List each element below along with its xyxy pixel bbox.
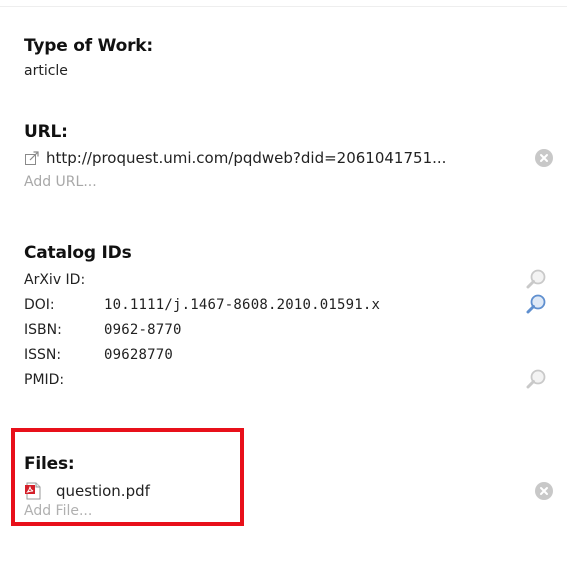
catalog-id-row-pmid: PMID: xyxy=(24,367,567,392)
catalog-id-row-doi: DOI: 10.1111/j.1467-8608.2010.01591.x xyxy=(24,292,567,317)
magnifier-icon[interactable] xyxy=(525,368,547,390)
remove-circle-icon xyxy=(540,154,548,162)
type-of-work-value[interactable]: article xyxy=(24,61,567,81)
isbn-label: ISBN: xyxy=(24,321,62,338)
url-section: URL: http://proquest.umi.com/pqdweb?did=… xyxy=(24,121,567,192)
catalog-id-row-isbn: ISBN: 0962-8770 xyxy=(24,317,567,342)
isbn-value[interactable]: 0962-8770 xyxy=(104,322,182,338)
issn-value[interactable]: 09628770 xyxy=(104,347,173,363)
remove-circle-icon xyxy=(540,487,548,495)
doi-value[interactable]: 10.1111/j.1467-8608.2010.01591.x xyxy=(104,297,380,313)
add-file-link[interactable]: Add File... xyxy=(24,502,567,520)
pmid-label: PMID: xyxy=(24,371,65,388)
arxiv-id-label: ArXiv ID: xyxy=(24,271,86,288)
magnifier-icon[interactable] xyxy=(525,293,547,315)
remove-url-button[interactable] xyxy=(535,149,553,167)
catalog-ids-heading: Catalog IDs xyxy=(24,243,132,263)
catalog-id-row-arxiv: ArXiv ID: xyxy=(24,267,567,292)
add-url-link[interactable]: Add URL... xyxy=(24,172,567,192)
type-of-work-heading: Type of Work: xyxy=(24,36,153,56)
file-item[interactable]: question.pdf xyxy=(24,480,567,502)
external-link-icon[interactable] xyxy=(24,150,40,166)
url-link[interactable]: http://proquest.umi.com/pqdweb?did=20610… xyxy=(46,149,526,167)
magnifier-icon[interactable] xyxy=(525,268,547,290)
pdf-file-icon xyxy=(25,482,41,500)
files-heading: Files: xyxy=(24,454,75,474)
files-section: Files: question.pdf Add File... xyxy=(24,453,567,522)
catalog-ids-section: Catalog IDs ArXiv ID: DOI: 10.1111/j.146… xyxy=(24,242,567,392)
document-details-panel: Type of Work: article URL: http://proque… xyxy=(0,6,567,578)
type-of-work-section: Type of Work: article xyxy=(24,35,567,81)
doi-label: DOI: xyxy=(24,296,55,313)
remove-file-button[interactable] xyxy=(535,482,553,500)
catalog-id-row-issn: ISSN: 09628770 xyxy=(24,342,567,367)
url-row: http://proquest.umi.com/pqdweb?did=20610… xyxy=(24,147,567,169)
issn-label: ISSN: xyxy=(24,346,62,363)
url-heading: URL: xyxy=(24,122,68,142)
file-name[interactable]: question.pdf xyxy=(56,482,150,500)
